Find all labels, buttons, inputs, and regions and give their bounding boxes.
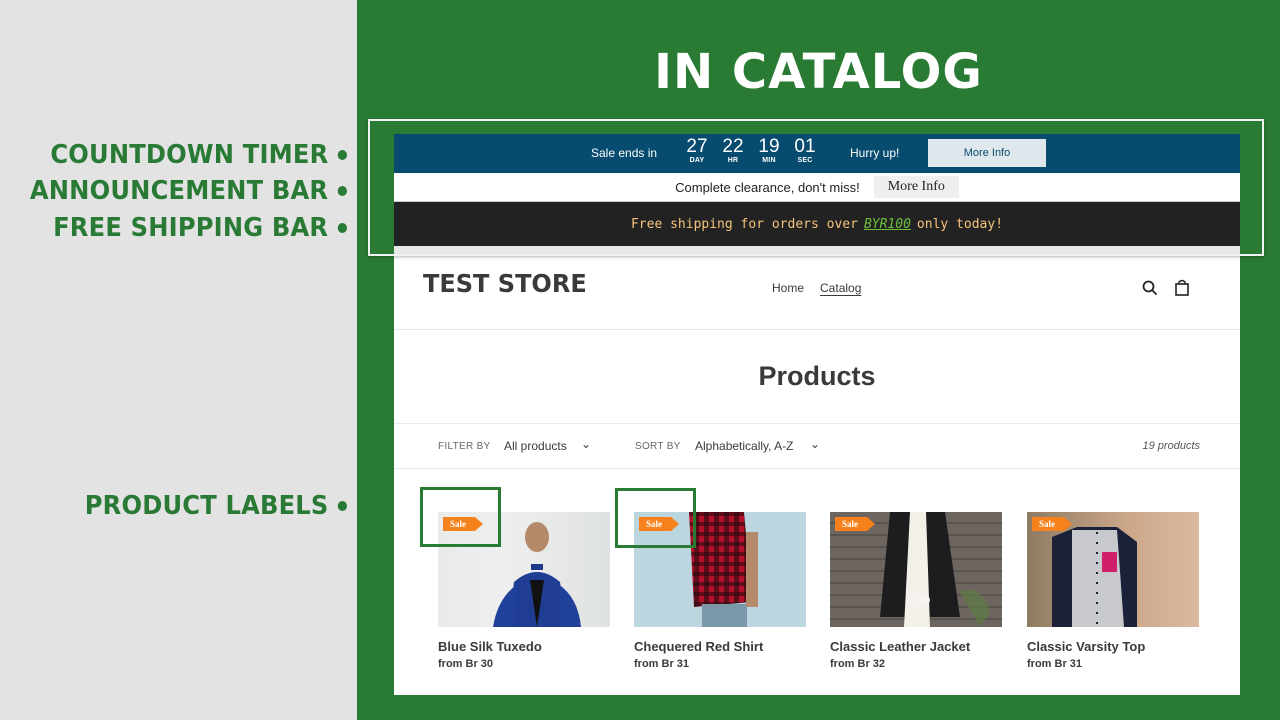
product-image[interactable]: Sale <box>634 512 806 627</box>
callout-free-shipping-bar: FREE SHIPPING BAR <box>53 213 347 243</box>
sort-select[interactable]: Alphabetically, A-Z <box>695 439 794 453</box>
timer-unit-label: DAY <box>689 157 705 164</box>
cart-icon[interactable] <box>1173 279 1191 297</box>
filter-label: FILTER BY <box>438 441 491 452</box>
product-card[interactable]: Sale Classic Leather Jacket from Br 32 <box>830 512 1002 670</box>
divider <box>394 246 1240 256</box>
callout-product-labels: PRODUCT LABELS <box>85 491 347 521</box>
sale-label: Sale <box>1032 517 1072 531</box>
timer-unit-label: HR <box>727 157 739 164</box>
timer-unit-label: SEC <box>797 157 813 164</box>
search-icon[interactable] <box>1141 279 1159 297</box>
product-price: from Br 31 <box>634 658 690 670</box>
bullet-icon <box>337 186 347 196</box>
product-image[interactable]: Sale <box>830 512 1002 627</box>
main-nav: Home Catalog <box>772 281 861 295</box>
announcement-text: Complete clearance, don't miss! <box>675 179 860 195</box>
timer-more-info-button[interactable]: More Info <box>928 139 1046 167</box>
product-grid: Sale Blue Silk Tuxedo from Br 30 Sale Ch… <box>394 512 1240 692</box>
timer-value: 01 <box>794 136 816 157</box>
shipping-prefix: Free shipping for orders over <box>630 216 858 232</box>
bullet-icon <box>337 501 347 511</box>
product-title[interactable]: Blue Silk Tuxedo <box>438 639 610 654</box>
timer-seconds: 01 SEC <box>790 136 820 165</box>
sale-label: Sale <box>443 517 483 531</box>
shipping-amount: BYR100 <box>863 216 911 232</box>
bullet-icon <box>337 150 347 160</box>
sale-label: Sale <box>835 517 875 531</box>
timer-days: 27 DAY <box>682 136 712 165</box>
product-card[interactable]: Sale Chequered Red Shirt from Br 31 <box>634 512 806 670</box>
announcement-more-info-button[interactable]: More Info <box>873 176 959 198</box>
product-card[interactable]: Sale Blue Silk Tuxedo from Br 30 <box>438 512 610 670</box>
filter-select[interactable]: All products <box>504 439 567 453</box>
timer-unit-label: MIN <box>762 157 776 164</box>
callout-label: FREE SHIPPING BAR <box>53 213 329 243</box>
timer-value: 27 <box>686 136 708 157</box>
announcement-bar: Complete clearance, don't miss! More Inf… <box>394 173 1240 202</box>
timer-value: 22 <box>722 136 744 157</box>
store-header: TEST STORE Home Catalog <box>394 256 1240 330</box>
timer-minutes: 19 MIN <box>754 136 784 165</box>
product-image[interactable]: Sale <box>1027 512 1199 627</box>
callout-countdown-timer: COUNTDOWN TIMER <box>50 140 347 170</box>
callout-label: COUNTDOWN TIMER <box>50 140 329 170</box>
timer-value: 19 <box>758 136 780 157</box>
hurry-text: Hurry up! <box>850 146 900 160</box>
countdown-timer-bar: Sale ends in 27 DAY 22 HR 19 MIN 01 SEC … <box>394 134 1240 173</box>
timer-hours: 22 HR <box>718 136 748 165</box>
nav-catalog[interactable]: Catalog <box>820 281 861 295</box>
product-title[interactable]: Chequered Red Shirt <box>634 639 806 654</box>
product-count: 19 products <box>1142 440 1200 452</box>
filter-sort-bar: FILTER BY All products ⌄ SORT BY Alphabe… <box>394 424 1240 469</box>
callout-label: PRODUCT LABELS <box>84 491 329 521</box>
product-price: from Br 31 <box>1027 658 1083 670</box>
product-price: from Br 30 <box>438 658 494 670</box>
product-title[interactable]: Classic Leather Jacket <box>830 639 1002 654</box>
sort-label: SORT BY <box>635 441 681 452</box>
page-title: Products <box>394 330 1240 424</box>
product-image[interactable]: Sale <box>438 512 610 627</box>
shipping-suffix: only today! <box>916 216 1004 232</box>
headline: IN CATALOG <box>654 44 983 100</box>
timer-label: Sale ends in <box>591 146 658 160</box>
sale-label: Sale <box>639 517 679 531</box>
product-price: from Br 32 <box>830 658 886 670</box>
chevron-down-icon[interactable]: ⌄ <box>581 437 591 451</box>
chevron-down-icon[interactable]: ⌄ <box>810 437 820 451</box>
callout-label: ANNOUNCEMENT BAR <box>30 176 329 206</box>
left-panel: COUNTDOWN TIMER ANNOUNCEMENT BAR FREE SH… <box>0 0 357 720</box>
callout-announcement-bar: ANNOUNCEMENT BAR <box>30 176 347 206</box>
product-title[interactable]: Classic Varsity Top <box>1027 639 1199 654</box>
store-logo[interactable]: TEST STORE <box>423 269 587 298</box>
nav-home[interactable]: Home <box>772 281 804 295</box>
free-shipping-bar: Free shipping for orders over BYR100 onl… <box>394 202 1240 246</box>
product-card[interactable]: Sale Classic Varsity Top from Br 31 <box>1027 512 1199 670</box>
bullet-icon <box>337 223 347 233</box>
